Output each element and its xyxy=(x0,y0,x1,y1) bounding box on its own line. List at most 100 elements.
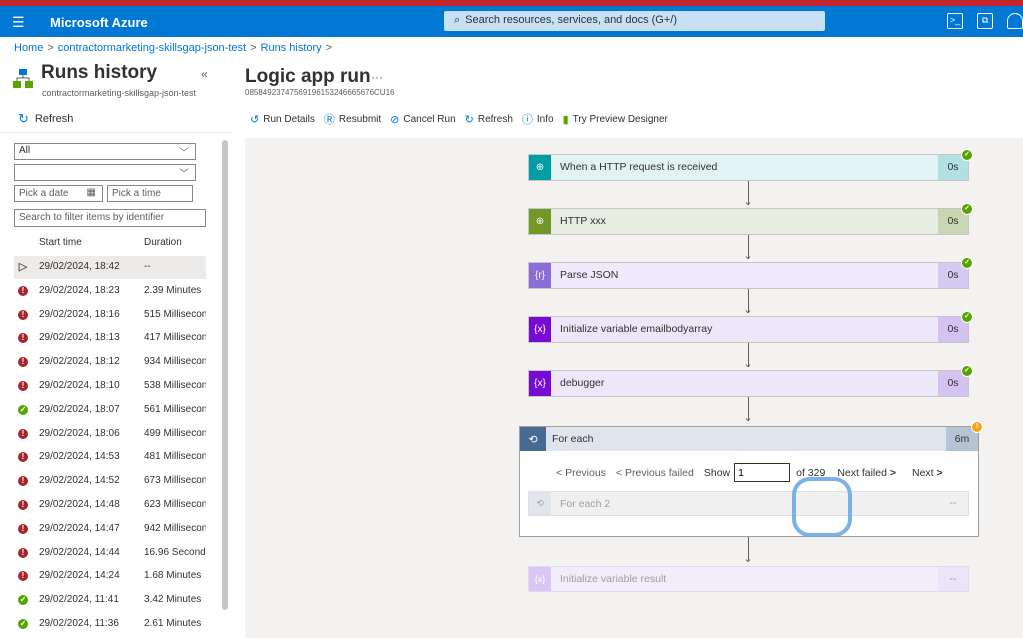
global-search-input[interactable]: ⌕ Search resources, services, and docs (G… xyxy=(444,11,825,31)
run-start-time: 29/02/2024, 18:23 xyxy=(39,284,120,296)
run-duration: 2.61 Minutes xyxy=(144,618,202,629)
column-header-duration[interactable]: Duration xyxy=(144,237,182,248)
run-start-time: 29/02/2024, 18:07 xyxy=(39,403,120,415)
collapse-pane-icon[interactable]: « xyxy=(201,67,208,81)
run-row[interactable]: ! 29/02/2024, 14:47 942 Milliseconds xyxy=(14,518,206,541)
run-row[interactable]: ✓ 29/02/2024, 11:36 2.61 Minutes xyxy=(14,613,206,636)
cloud-shell-icon[interactable]: >_ xyxy=(947,13,963,29)
breadcrumb-runs-history[interactable]: Runs history xyxy=(261,42,322,54)
chevron-down-icon: ﹀ xyxy=(179,148,189,159)
run-row[interactable]: ! 29/02/2024, 14:24 1.68 Minutes xyxy=(14,565,206,588)
run-row[interactable]: ! 29/02/2024, 18:12 934 Milliseconds xyxy=(14,351,206,374)
refresh-button[interactable]: ↻ Refresh xyxy=(465,111,513,127)
run-details-label: Run Details xyxy=(263,113,315,125)
run-row[interactable]: ! 29/02/2024, 18:06 499 Milliseconds xyxy=(14,423,206,446)
for-each-header[interactable]: ⟲ For each 6m xyxy=(520,427,978,451)
column-header-start-time[interactable]: Start time xyxy=(39,237,82,248)
history-icon: ↺ xyxy=(250,113,260,126)
divider xyxy=(0,132,232,133)
breadcrumb-separator: > xyxy=(250,42,257,54)
notifications-icon[interactable] xyxy=(1007,13,1023,29)
status-filter-value: All xyxy=(19,145,31,156)
run-start-time: 29/02/2024, 11:41 xyxy=(39,594,119,606)
run-row[interactable]: ! 29/02/2024, 14:48 623 Milliseconds xyxy=(14,494,206,517)
resubmit-button[interactable]: Ⓡ Resubmit xyxy=(324,111,381,127)
run-row[interactable]: ! 29/02/2024, 18:10 538 Milliseconds xyxy=(14,375,206,398)
run-row[interactable]: ✓ 29/02/2024, 11:41 3.42 Minutes xyxy=(14,589,206,612)
run-duration: 934 Milliseconds xyxy=(144,356,206,368)
brand-name[interactable]: Microsoft Azure xyxy=(50,15,148,30)
status-filter-dropdown[interactable]: All ﹀ xyxy=(14,143,196,160)
run-duration: 2.39 Minutes xyxy=(144,284,202,296)
previous-button[interactable]: < Previous xyxy=(556,467,606,479)
runs-scrollbar-thumb[interactable] xyxy=(222,140,228,610)
step-for-each[interactable]: ⟲ For each 6m < Previous < Previous fail… xyxy=(519,426,979,537)
run-row[interactable]: ✓ 29/02/2024, 18:07 561 Milliseconds xyxy=(14,399,206,422)
run-row[interactable]: ! 29/02/2024, 14:53 481 Milliseconds xyxy=(14,446,206,469)
next-button[interactable]: Next > xyxy=(912,467,943,479)
success-check-icon: ✓ xyxy=(961,365,973,377)
run-row[interactable]: ! 29/02/2024, 14:44 16.96 Seconds xyxy=(14,542,206,565)
run-row[interactable]: ! 29/02/2024, 18:13 417 Milliseconds xyxy=(14,327,206,350)
parse-json-icon: {r} xyxy=(529,263,551,288)
iteration-page-input[interactable] xyxy=(734,463,791,482)
cancel-icon: ⊘ xyxy=(390,113,400,126)
breadcrumb-home[interactable]: Home xyxy=(14,42,43,54)
connector-arrow-icon: ⌄ xyxy=(743,196,753,208)
previous-failed-button[interactable]: < Previous failed xyxy=(616,467,694,479)
run-start-time: 29/02/2024, 18:42 xyxy=(39,261,120,272)
step-initialize-variable-emailbodyarray[interactable]: {x} Initialize variable emailbodyarray 0… xyxy=(528,316,969,343)
runs-history-title: Runs history xyxy=(41,62,158,83)
run-row[interactable]: ! 29/02/2024, 18:23 2.39 Minutes xyxy=(14,280,206,303)
step-parse-json[interactable]: {r} Parse JSON 0s xyxy=(528,262,969,289)
run-start-time: 29/02/2024, 14:44 xyxy=(39,546,120,558)
run-start-time: 29/02/2024, 18:10 xyxy=(39,380,120,391)
menu-icon[interactable]: ☰ xyxy=(12,14,25,31)
cancel-run-button[interactable]: ⊘ Cancel Run xyxy=(390,111,455,127)
step-http-xxx[interactable]: ⊕ HTTP xxx 0s xyxy=(528,208,969,235)
run-duration: 3.42 Minutes xyxy=(144,594,202,606)
error-status-icon: ! xyxy=(18,476,28,487)
connector-arrow-icon: ⌄ xyxy=(743,304,753,316)
run-details-button[interactable]: ↺ Run Details xyxy=(250,111,315,127)
step-debugger[interactable]: {x} debugger 0s xyxy=(528,370,969,397)
step-label: For each 2 xyxy=(560,498,611,510)
chevron-right-icon: > xyxy=(886,466,896,479)
success-check-icon: ✓ xyxy=(961,203,973,215)
run-toolbar: ↺ Run Details Ⓡ Resubmit ⊘ Cancel Run ↻ Refr… xyxy=(250,111,677,127)
info-button[interactable]: ⓘ Info xyxy=(522,111,554,127)
variable-icon: {x} xyxy=(529,567,551,591)
refresh-icon: ↻ xyxy=(18,111,29,126)
next-label: Next xyxy=(912,466,934,479)
directory-filter-icon[interactable]: ⧉ xyxy=(977,13,993,29)
secondary-filter-dropdown[interactable]: ﹀ xyxy=(14,164,196,181)
breadcrumb-separator: > xyxy=(47,42,54,54)
connector-arrow-icon: ⌄ xyxy=(743,412,753,424)
resubmit-icon: Ⓡ xyxy=(323,114,335,126)
chevron-right-icon: > xyxy=(933,466,943,479)
run-start-time: 29/02/2024, 14:47 xyxy=(39,522,120,534)
more-options-icon[interactable]: ··· xyxy=(371,70,383,84)
step-label: Initialize variable emailbodyarray xyxy=(560,323,713,335)
step-http-request-trigger[interactable]: ⊕ When a HTTP request is received 0s xyxy=(528,154,969,181)
run-start-time: 29/02/2024, 18:12 xyxy=(39,356,120,368)
run-start-time: 29/02/2024, 14:52 xyxy=(39,475,120,487)
time-picker[interactable]: Pick a time xyxy=(107,185,193,202)
step-label: For each xyxy=(552,433,594,445)
run-start-time: 29/02/2024, 18:06 xyxy=(39,427,120,439)
step-initialize-variable-result[interactable]: {x} Initialize variable result -- xyxy=(528,566,969,592)
run-row[interactable]: ▷ 29/02/2024, 18:42 -- xyxy=(14,256,206,279)
run-duration: 515 Milliseconds xyxy=(144,308,206,320)
identifier-search-input[interactable]: Search to filter items by identifier xyxy=(14,209,206,227)
breadcrumb-resource[interactable]: contractormarketing-skillsgap-json-test xyxy=(58,42,246,54)
try-preview-designer-button[interactable]: ▮ Try Preview Designer xyxy=(563,111,668,127)
bookmark-icon: ▮ xyxy=(562,113,569,126)
next-failed-button[interactable]: Next failed > xyxy=(837,467,896,479)
step-for-each-2[interactable]: ⟲ For each 2 -- xyxy=(528,491,969,516)
run-row[interactable]: ! 29/02/2024, 14:52 673 Milliseconds xyxy=(14,470,206,493)
run-start-time: 29/02/2024, 14:53 xyxy=(39,451,120,463)
runs-refresh-button[interactable]: ↻ Refresh xyxy=(18,111,73,127)
run-row[interactable]: ! 29/02/2024, 18:16 515 Milliseconds xyxy=(14,304,206,327)
azure-topbar: ☰ Microsoft Azure ⌕ Search resources, ser… xyxy=(0,6,1023,37)
date-picker[interactable]: Pick a date ▦ xyxy=(14,185,103,202)
